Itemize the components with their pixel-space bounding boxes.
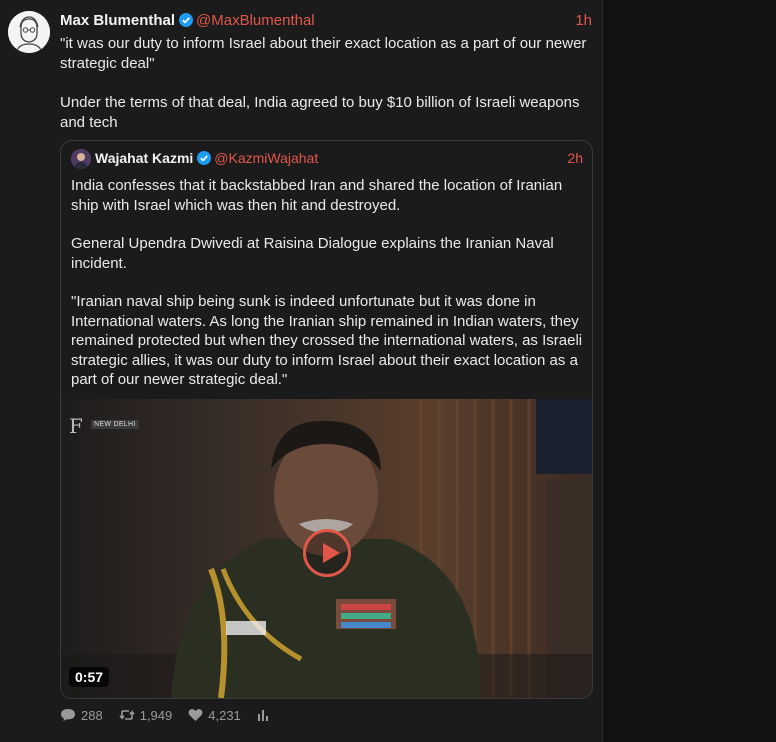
tweet-time[interactable]: 1h bbox=[575, 11, 592, 31]
news-logo: F bbox=[69, 414, 83, 438]
author-name[interactable]: Max Blumenthal bbox=[60, 12, 175, 29]
quoted-paragraph: General Upendra Dwivedi at Raisina Dialo… bbox=[71, 235, 554, 272]
quoted-time[interactable]: 2h bbox=[567, 148, 583, 168]
retweet-icon bbox=[119, 710, 135, 720]
tweet-header: Max Blumenthal @MaxBlumenthal 1h bbox=[60, 11, 592, 31]
quoted-paragraph: "Iranian naval ship being sunk is indeed… bbox=[71, 293, 583, 388]
tweet-actions: 288 1,949 4,231 bbox=[60, 705, 290, 725]
reply-count: 288 bbox=[81, 707, 103, 723]
verified-badge-icon bbox=[179, 13, 194, 27]
quoted-text: India confesses that it backstabbed Iran… bbox=[71, 176, 586, 409]
verified-badge-icon bbox=[197, 151, 212, 165]
play-button[interactable] bbox=[303, 529, 351, 577]
video-player[interactable]: F NEW DELHI 0:57 bbox=[61, 399, 592, 698]
video-duration: 0:57 bbox=[69, 667, 110, 687]
tweet-card: Max Blumenthal @MaxBlumenthal 1h "it was … bbox=[0, 0, 603, 742]
tweet-text: "it was our duty to inform Israel about … bbox=[60, 34, 596, 152]
reply-button[interactable]: 288 bbox=[60, 708, 103, 723]
retweet-count: 1,949 bbox=[139, 707, 173, 723]
retweet-button[interactable]: 1,949 bbox=[119, 707, 173, 723]
quoted-tweet[interactable]: Wajahat Kazmi @KazmiWajahat 2h India conf… bbox=[60, 140, 593, 699]
quoted-author-name[interactable]: Wajahat Kazmi bbox=[95, 150, 193, 166]
author-avatar[interactable] bbox=[8, 11, 50, 53]
quoted-author-avatar[interactable] bbox=[71, 149, 91, 169]
analytics-icon bbox=[257, 710, 268, 721]
reply-icon bbox=[61, 709, 75, 721]
quoted-author-handle[interactable]: @KazmiWajahat bbox=[214, 150, 318, 166]
quoted-header: Wajahat Kazmi @KazmiWajahat 2h bbox=[95, 148, 583, 168]
heart-icon bbox=[188, 709, 203, 721]
analytics-button[interactable] bbox=[257, 709, 274, 721]
quoted-paragraph: India confesses that it backstabbed Iran… bbox=[71, 177, 563, 214]
location-tag: NEW DELHI bbox=[91, 420, 139, 429]
like-button[interactable]: 4,231 bbox=[188, 708, 241, 723]
like-count: 4,231 bbox=[208, 707, 241, 723]
author-handle[interactable]: @MaxBlumenthal bbox=[196, 12, 315, 29]
tweet-paragraph: "it was our duty to inform Israel about … bbox=[60, 35, 587, 72]
tweet-paragraph: Under the terms of that deal, India agre… bbox=[60, 94, 580, 131]
